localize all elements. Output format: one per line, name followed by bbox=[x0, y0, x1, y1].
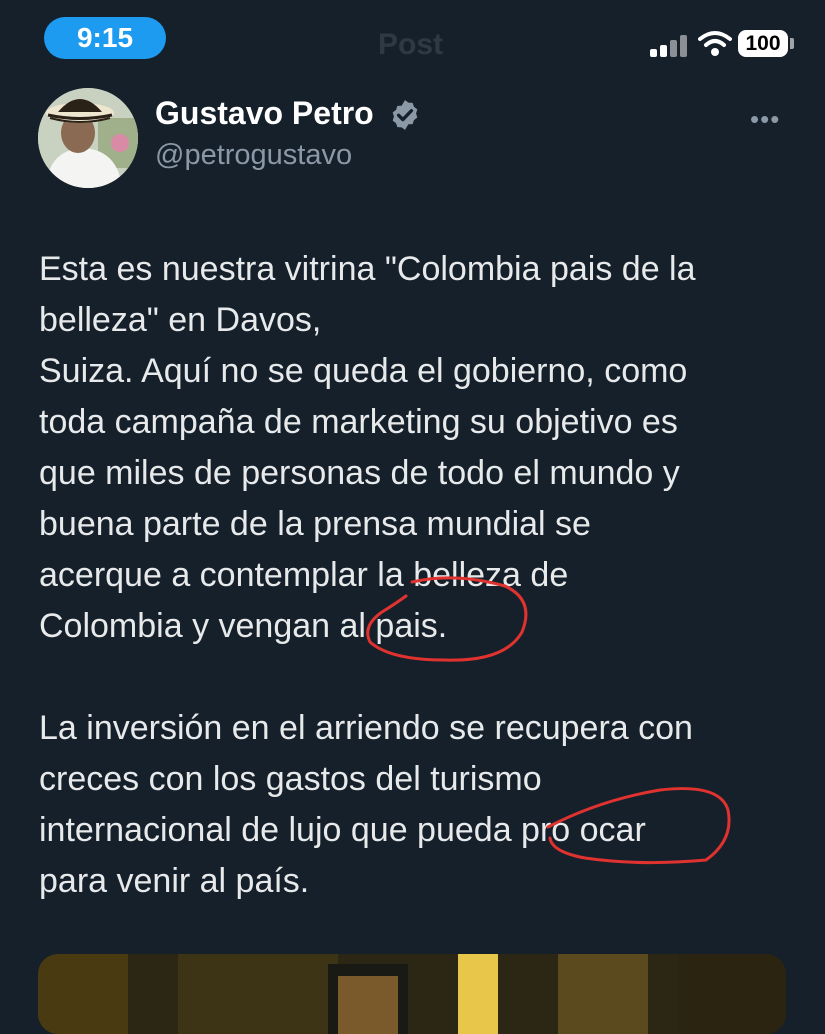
battery-cap bbox=[790, 38, 794, 49]
tweet-media-image[interactable] bbox=[38, 954, 786, 1034]
tweet-line: Suiza. Aquí no se queda el gobierno, com… bbox=[39, 352, 688, 390]
tweet-line: creces con los gastos del turismo bbox=[39, 760, 542, 798]
author-handle[interactable]: @petrogustavo bbox=[155, 139, 352, 172]
status-time[interactable]: 9:15 bbox=[44, 17, 166, 59]
tweet-line: acerque a contemplar la belleza de bbox=[39, 556, 569, 594]
tweet-line: buena parte de la prensa mundial se bbox=[39, 505, 591, 543]
more-options-icon[interactable]: ••• bbox=[750, 104, 780, 135]
tweet-paragraph-1: Esta es nuestra vitrina "Colombia pais d… bbox=[39, 244, 799, 652]
tweet-line: La inversión en el arriendo se recupera … bbox=[39, 709, 693, 747]
tweet-line: internacional de lujo que pueda pro ocar bbox=[39, 811, 646, 849]
battery-icon: 100 bbox=[738, 30, 788, 57]
tweet-line: que miles de personas de todo el mundo y bbox=[39, 454, 680, 492]
tweet-paragraph-2: La inversión en el arriendo se recupera … bbox=[39, 703, 799, 907]
avatar[interactable] bbox=[38, 88, 138, 188]
cellular-signal-icon bbox=[650, 33, 690, 57]
tweet-line: Colombia y vengan al pais. bbox=[39, 607, 448, 645]
tweet-line: para venir al país. bbox=[39, 862, 310, 900]
author-name[interactable]: Gustavo Petro bbox=[155, 95, 374, 132]
avatar-image bbox=[38, 88, 138, 188]
tweet-line: Esta es nuestra vitrina "Colombia pais d… bbox=[39, 250, 696, 288]
verified-badge-icon bbox=[392, 100, 418, 130]
tweet-line: toda campaña de marketing su objetivo es bbox=[39, 403, 678, 441]
wifi-icon bbox=[698, 31, 732, 56]
tweet-line: belleza" en Davos, bbox=[39, 301, 322, 339]
status-bar: 9:15 Post 100 bbox=[0, 0, 825, 80]
header-title: Post bbox=[378, 28, 444, 61]
tweet-text: Esta es nuestra vitrina "Colombia pais d… bbox=[39, 244, 799, 907]
media-thumbnail bbox=[38, 954, 786, 1034]
